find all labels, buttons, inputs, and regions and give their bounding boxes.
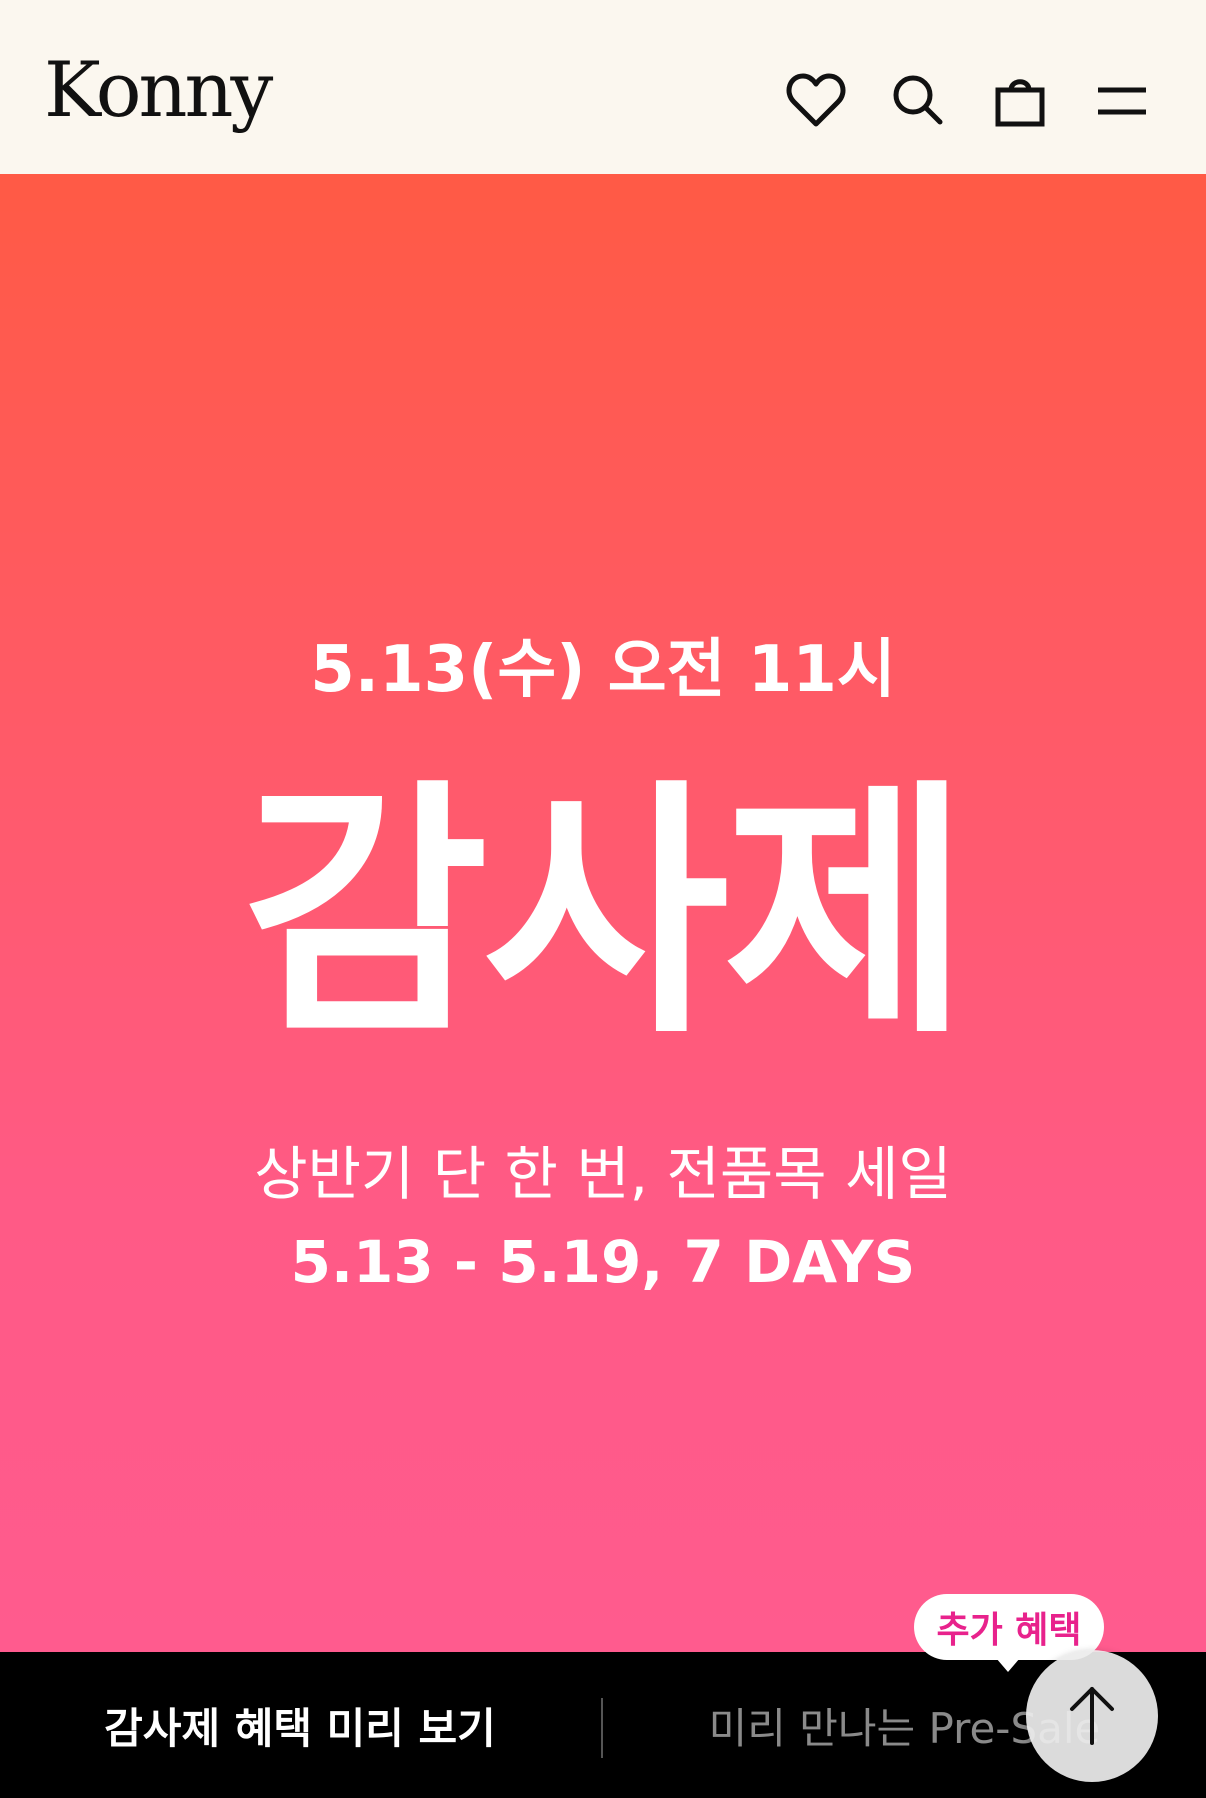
- search-icon[interactable]: [882, 64, 954, 136]
- brand-logo[interactable]: Konny: [44, 40, 273, 140]
- extra-benefit-badge: 추가 혜택: [914, 1594, 1104, 1660]
- scroll-to-top-button[interactable]: [1026, 1650, 1158, 1782]
- shopping-bag-icon[interactable]: [984, 64, 1056, 136]
- menu-icon[interactable]: [1086, 64, 1158, 136]
- event-title: 감사제: [242, 758, 970, 1070]
- arrow-up-icon: [1070, 1687, 1114, 1745]
- event-subtitle: 상반기 단 한 번, 전품목 세일: [254, 1140, 952, 1208]
- event-period: 5.13 - 5.19, 7 DAYS: [290, 1228, 916, 1296]
- tab-benefit-preview[interactable]: 감사제 혜택 미리 보기: [0, 1652, 600, 1798]
- page: Konny 5.13(수) 오전 11시 감사제 상반기 단 한 번, 전품목 …: [0, 0, 1206, 1798]
- bottom-tab-bar: 감사제 혜택 미리 보기 미리 만나는 Pre-Sale: [0, 1652, 1206, 1798]
- event-date: 5.13(수) 오전 11시: [310, 633, 896, 707]
- hero-banner[interactable]: 5.13(수) 오전 11시 감사제 상반기 단 한 번, 전품목 세일 5.1…: [0, 174, 1206, 1652]
- badge-tail: [996, 1658, 1020, 1672]
- header: Konny: [0, 0, 1206, 174]
- heart-icon[interactable]: [780, 64, 852, 136]
